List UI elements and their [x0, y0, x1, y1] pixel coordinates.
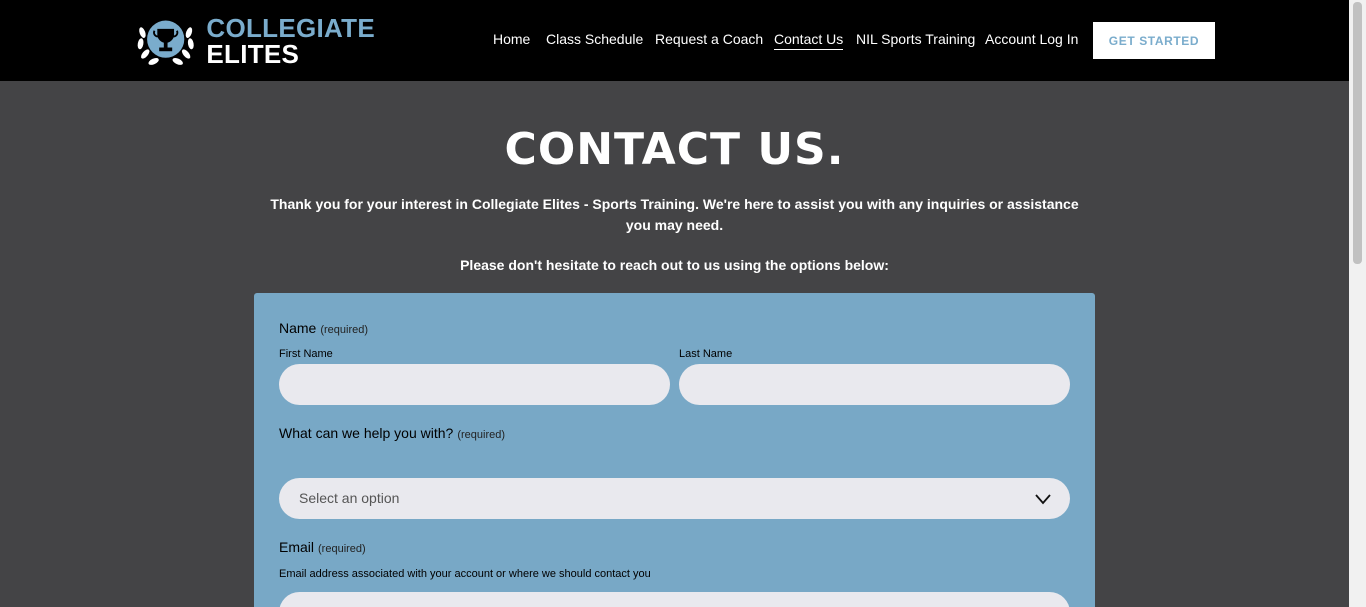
- brand-wordmark: COLLEGIATE ELITES: [206, 15, 375, 67]
- help-topic-select[interactable]: Select an option: [279, 478, 1070, 519]
- help-field-label: What can we help you with? (required): [279, 425, 505, 441]
- first-name-label: First Name: [279, 348, 333, 360]
- email-required-tag: (required): [318, 543, 366, 555]
- nav-nil-sports-training[interactable]: NIL Sports Training: [856, 31, 975, 47]
- email-hint: Email address associated with your accou…: [279, 568, 651, 580]
- site-header: COLLEGIATE ELITES Home Class Schedule Re…: [0, 0, 1349, 81]
- nav-account-log-in[interactable]: Account Log In: [985, 31, 1078, 47]
- brand-line2: ELITES: [206, 39, 300, 69]
- page-scrollbar[interactable]: [1349, 0, 1366, 607]
- last-name-label: Last Name: [679, 348, 733, 360]
- email-label-text: Email: [279, 539, 315, 555]
- page-title: CONTACT US.: [504, 124, 845, 175]
- help-label-text: What can we help you with?: [279, 425, 454, 441]
- help-select-value: Select an option: [299, 490, 400, 506]
- last-name-input[interactable]: [679, 364, 1070, 405]
- chevron-down-icon: [1035, 494, 1051, 505]
- help-required-tag: (required): [457, 429, 506, 441]
- name-label-text: Name: [279, 320, 317, 336]
- trophy-laurel-icon: [137, 20, 194, 65]
- intro-subtext: Please don't hesitate to reach out to us…: [460, 257, 889, 273]
- first-name-input[interactable]: [279, 364, 670, 405]
- intro-text: Thank you for your interest in Collegiat…: [270, 196, 1079, 233]
- email-input[interactable]: [279, 592, 1070, 607]
- nav-contact-us[interactable]: Contact Us: [774, 31, 844, 50]
- contact-form: Name (required) First Name Last Name What…: [254, 293, 1095, 607]
- brand-line1: COLLEGIATE: [206, 13, 375, 43]
- get-started-button[interactable]: GET STARTED: [1093, 22, 1215, 59]
- name-field-label: Name (required): [279, 320, 368, 336]
- brand-logo[interactable]: COLLEGIATE ELITES: [135, 12, 375, 70]
- nav-class-schedule[interactable]: Class Schedule: [546, 31, 643, 47]
- nav-request-a-coach[interactable]: Request a Coach: [655, 31, 763, 47]
- name-required-tag: (required): [320, 324, 369, 336]
- scrollbar-thumb[interactable]: [1353, 2, 1362, 264]
- email-field-label: Email (required): [279, 539, 366, 555]
- nav-home[interactable]: Home: [493, 31, 530, 47]
